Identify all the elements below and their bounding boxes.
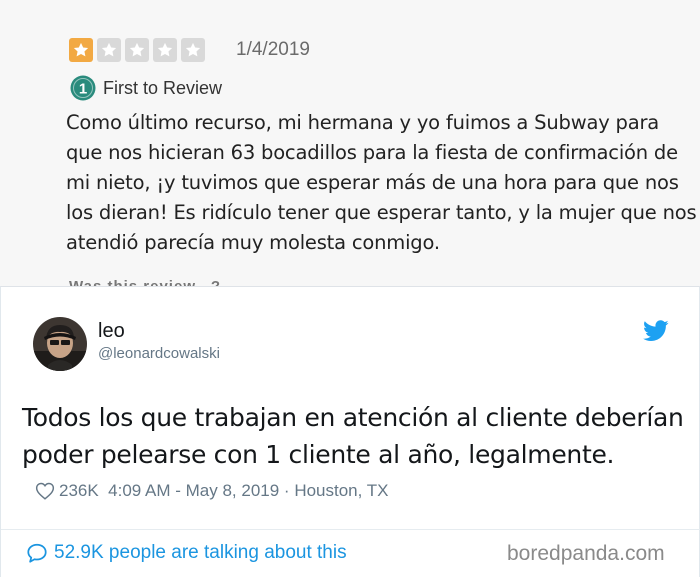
star-empty-icon bbox=[153, 38, 177, 62]
tweet-location[interactable]: Houston, TX bbox=[294, 480, 388, 502]
display-name[interactable]: leo bbox=[98, 319, 125, 343]
star-empty-icon bbox=[125, 38, 149, 62]
star-filled-icon bbox=[69, 38, 93, 62]
conversation-link[interactable]: 52.9K people are talking about this bbox=[26, 541, 347, 565]
heart-icon[interactable] bbox=[35, 482, 55, 500]
tweet-text: Todos los que trabajan en atención al cl… bbox=[22, 403, 684, 469]
star-rating bbox=[69, 38, 205, 62]
badge-number: 1 bbox=[79, 81, 87, 98]
tweet-card: leo @leonardcowalski Todos los que traba… bbox=[0, 286, 700, 577]
badge-label: First to Review bbox=[103, 78, 223, 98]
review-helpful-prompt: Was this review...? bbox=[69, 278, 221, 286]
twitter-bird-icon[interactable] bbox=[643, 320, 669, 342]
review-panel: 1/4/2019 1 First to Review Como último r… bbox=[0, 0, 700, 286]
user-handle[interactable]: @leonardcowalski bbox=[98, 345, 220, 363]
star-empty-icon bbox=[97, 38, 121, 62]
avatar[interactable] bbox=[33, 317, 87, 371]
star-empty-icon bbox=[181, 38, 205, 62]
first-to-review-badge: 1 First to Review bbox=[69, 74, 222, 102]
tweet-time[interactable]: 4:09 AM bbox=[108, 480, 170, 502]
review-text: Como último recurso, mi hermana y yo fui… bbox=[66, 111, 697, 254]
like-count[interactable]: 236K bbox=[59, 480, 99, 502]
talking-count-text: 52.9K people are talking about this bbox=[54, 542, 347, 563]
tweet-meta: 236K 4:09 AM - May 8, 2019 · Houston, TX bbox=[35, 480, 389, 502]
divider bbox=[1, 529, 700, 530]
tweet-date[interactable]: May 8, 2019 bbox=[186, 480, 280, 502]
speech-bubble-icon bbox=[27, 543, 47, 563]
badge-icon: 1 bbox=[70, 75, 96, 101]
watermark: boredpanda.com bbox=[507, 542, 665, 565]
review-date: 1/4/2019 bbox=[236, 39, 310, 60]
